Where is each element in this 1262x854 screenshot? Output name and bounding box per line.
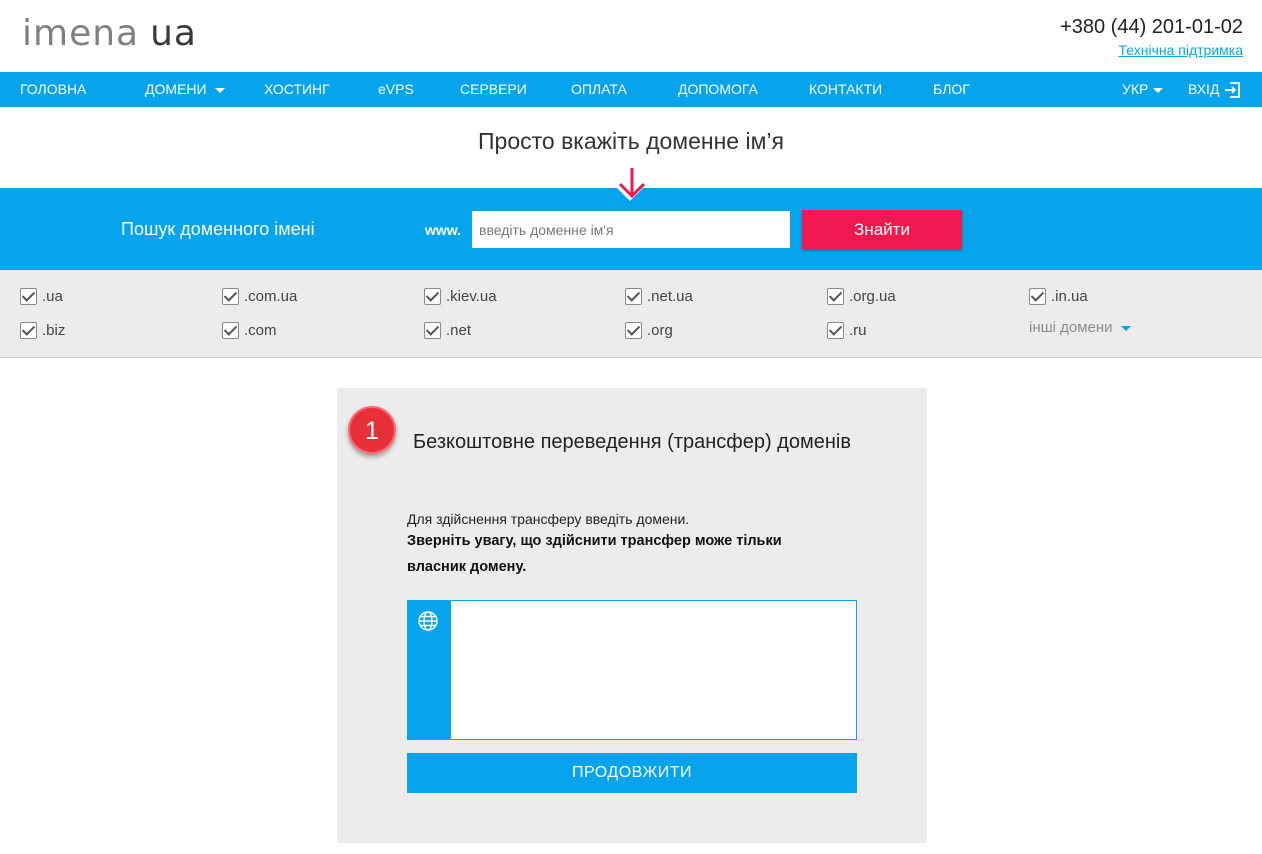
support-link[interactable]: Технічна підтримка	[1118, 42, 1243, 58]
nav-item-evps[interactable]: eVPS	[378, 72, 414, 107]
tld-option-ua[interactable]: .ua	[20, 288, 63, 306]
nav-item-contacts[interactable]: КОНТАКТИ	[809, 72, 882, 107]
www-prefix: www.	[425, 222, 462, 238]
tld-label: .net.ua	[647, 288, 693, 305]
checkbox-checked-icon[interactable]	[424, 322, 441, 339]
other-domains-label: інші домени	[1029, 319, 1113, 336]
domains-textarea[interactable]	[451, 601, 856, 739]
tld-label: .org.ua	[849, 288, 896, 305]
arrow-down-icon	[618, 168, 646, 199]
nav-item-home[interactable]: ГОЛОВНА	[20, 72, 86, 107]
nav-item-help[interactable]: ДОПОМОГА	[678, 72, 758, 107]
continue-button[interactable]: ПРОДОВЖИТИ	[407, 753, 857, 793]
checkbox-checked-icon[interactable]	[827, 322, 844, 339]
tld-label: .ru	[849, 322, 867, 339]
tld-label: .kiev.ua	[446, 288, 497, 305]
tld-option-com[interactable]: .com	[222, 322, 277, 340]
tld-options	[0, 270, 1262, 358]
sign-in-icon	[1225, 82, 1241, 99]
find-button[interactable]: Знайти	[802, 210, 962, 249]
domain-box-sidebar	[408, 601, 451, 739]
checkbox-checked-icon[interactable]	[1029, 288, 1046, 305]
checkbox-checked-icon[interactable]	[222, 322, 239, 339]
globe-icon	[418, 611, 438, 631]
tld-option-ru[interactable]: .ru	[827, 322, 867, 340]
step-badge: 1	[348, 406, 396, 454]
chevron-down-icon	[214, 87, 225, 93]
checkbox-checked-icon[interactable]	[424, 288, 441, 305]
language-label: УКР	[1122, 81, 1149, 97]
checkbox-checked-icon[interactable]	[625, 288, 642, 305]
tld-option-net-ua[interactable]: .net.ua	[625, 288, 693, 306]
nav-item-payment[interactable]: ОПЛАТА	[571, 72, 627, 107]
tld-option-net[interactable]: .net	[424, 322, 471, 340]
page-slogan: Просто вкажіть доменне ім’я	[478, 128, 784, 154]
checkbox-checked-icon[interactable]	[222, 288, 239, 305]
checkbox-checked-icon[interactable]	[20, 322, 37, 339]
tld-label: .ua	[42, 288, 63, 305]
tld-label: .biz	[42, 322, 66, 339]
checkbox-checked-icon[interactable]	[827, 288, 844, 305]
nav-item-hosting[interactable]: ХОСТИНГ	[264, 72, 330, 107]
logo-text: imena	[22, 13, 140, 54]
nav-item-blog[interactable]: БЛОГ	[933, 72, 970, 107]
tld-label: .in.ua	[1051, 288, 1088, 305]
chevron-down-icon	[1153, 87, 1164, 93]
chevron-down-icon	[1120, 325, 1131, 331]
tld-option-biz[interactable]: .biz	[20, 322, 65, 340]
search-label: Пошук доменного імені	[121, 219, 315, 239]
transfer-warning: Зверніть увагу, що здійснити трансфер мо…	[407, 533, 782, 575]
checkbox-checked-icon[interactable]	[20, 288, 37, 305]
main-nav: ГОЛОВНА ДОМЕНИ ХОСТИНГ eVPS СЕРВЕРИ ОПЛА…	[0, 72, 1262, 107]
tld-label: .com.ua	[244, 288, 298, 305]
transfer-title: Безкоштовне переведення (трансфер) домен…	[413, 431, 851, 453]
language-selector[interactable]: УКР	[1122, 72, 1164, 107]
tld-option-com-ua[interactable]: .com.ua	[222, 288, 297, 306]
tld-label: .com	[244, 322, 277, 339]
tld-label: .org	[647, 322, 673, 339]
phone-number: +380 (44) 201-01-02	[1060, 16, 1243, 38]
site-header: imena ua +380 (44) 201-01-02 Технічна під…	[0, 0, 1262, 83]
tld-option-org-ua[interactable]: .org.ua	[827, 288, 896, 306]
logo[interactable]: imena ua	[22, 13, 197, 83]
tld-option-in-ua[interactable]: .in.ua	[1029, 288, 1088, 306]
nav-item-domains[interactable]: ДОМЕНИ	[145, 72, 225, 107]
tld-label: .net	[446, 322, 472, 339]
nav-item-servers[interactable]: СЕРВЕРИ	[460, 72, 527, 107]
tld-option-kiev-ua[interactable]: .kiev.ua	[424, 288, 497, 306]
domain-search-input[interactable]	[472, 211, 790, 248]
tld-option-org[interactable]: .org	[625, 322, 673, 340]
domain-list-box	[407, 600, 857, 740]
logo-tld: ua	[150, 13, 197, 54]
other-domains-toggle[interactable]: інші домени	[1029, 319, 1131, 336]
checkbox-checked-icon[interactable]	[625, 322, 642, 339]
login-label: ВХІД	[1188, 81, 1220, 97]
nav-item-label: ДОМЕНИ	[145, 81, 207, 97]
login-button[interactable]: ВХІД	[1188, 72, 1241, 107]
